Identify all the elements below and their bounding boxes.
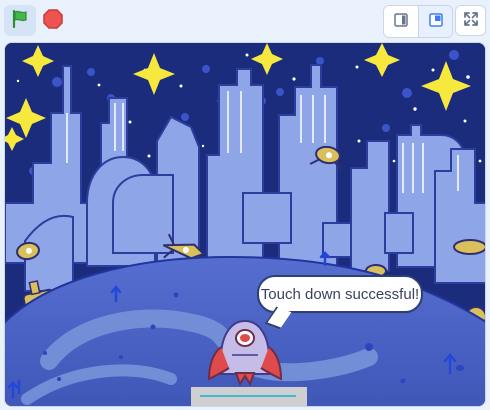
- large-stage-button[interactable]: [418, 6, 452, 37]
- speech-text: Touch down successful!: [260, 285, 420, 303]
- stage-canvas[interactable]: Touch down successful!: [4, 42, 486, 407]
- fullscreen-button[interactable]: [455, 5, 486, 36]
- green-flag-button[interactable]: [4, 5, 36, 36]
- progress-bar: [191, 387, 307, 406]
- fullscreen-icon: [462, 10, 480, 32]
- stop-icon: [42, 8, 64, 34]
- flag-icon: [9, 8, 31, 34]
- small-stage-icon: [392, 11, 410, 33]
- progress-indicator: [200, 395, 296, 397]
- large-stage-icon: [427, 11, 445, 33]
- stage-toolbar: [0, 0, 490, 42]
- speech-bubble: Touch down successful!: [257, 275, 423, 313]
- stage-size-toggle: [383, 5, 453, 38]
- stop-button[interactable]: [38, 5, 68, 36]
- scratch-player: Touch down successful!: [0, 0, 490, 410]
- small-stage-button[interactable]: [384, 6, 418, 37]
